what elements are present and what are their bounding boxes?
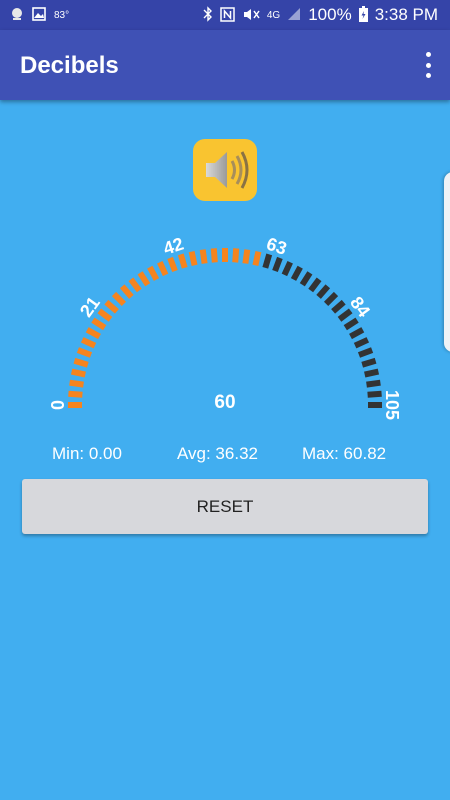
gauge-tick (111, 291, 127, 307)
gauge-tick (104, 299, 119, 314)
gauge-tick (91, 317, 107, 331)
app-bar: Decibels (0, 30, 450, 100)
gauge-tick (97, 308, 113, 322)
avg-value: Avg: 36.32 (177, 444, 258, 463)
gauge-tick (68, 390, 83, 398)
min-value: Min: 0.00 (52, 444, 122, 463)
nfc-icon (220, 6, 235, 24)
gauge-tick (331, 299, 346, 314)
decibel-gauge: 02142 6384105 60 (48, 234, 402, 420)
gauge-tick (262, 253, 273, 269)
gauge-tick (349, 327, 365, 340)
gauge-tick (210, 248, 218, 263)
overflow-menu-icon[interactable] (422, 52, 434, 78)
gauge-tick (361, 357, 377, 368)
gauge-tick (69, 379, 84, 388)
gauge-tick (337, 308, 353, 322)
gauge-tick (323, 291, 339, 307)
gauge-label: 84 (346, 293, 374, 321)
gauge-label: 0 (48, 400, 68, 410)
gauge-tick (308, 277, 322, 293)
battery-text: 100% (308, 5, 352, 24)
network-type: 4G (266, 9, 281, 21)
gauge-label: 105 (382, 390, 402, 420)
gauge-tick (364, 368, 380, 378)
gauge-tick (357, 347, 374, 358)
gauge-tick (242, 249, 251, 264)
speaker-button[interactable] (193, 139, 257, 201)
gauge-tick (177, 253, 188, 269)
gauge-tick (353, 337, 370, 349)
current-reading: 60 (214, 392, 235, 413)
gauge-tick (119, 284, 134, 299)
gauge-tick (70, 368, 86, 378)
speaker-icon (206, 151, 249, 189)
gauge-tick (76, 347, 93, 358)
status-app-icon (10, 7, 24, 23)
gauge-tick (128, 277, 142, 293)
gauge-tick (80, 337, 97, 349)
battery-icon (358, 6, 368, 24)
gauge-tick (272, 256, 283, 273)
gauge-tick (137, 271, 151, 287)
gauge-tick (290, 265, 303, 281)
stats-row: Min: 0.00 Avg: 36.32 Max: 60.82 (0, 444, 450, 464)
gauge-tick (167, 256, 178, 273)
gauge-tick (343, 317, 359, 331)
max-value: Max: 60.82 (302, 444, 387, 463)
reset-button[interactable]: RESET (22, 479, 428, 534)
gauge-tick (281, 260, 293, 277)
image-icon (32, 7, 46, 23)
gauge-tick (188, 250, 198, 266)
gauge-tick (299, 271, 313, 287)
gauge-tick (85, 327, 101, 340)
gauge-tick (252, 250, 262, 266)
gauge-tick (316, 284, 331, 299)
gauge-tick (366, 379, 381, 388)
temperature-text: 83° (54, 9, 70, 21)
bluetooth-icon (203, 6, 213, 24)
clock-text: 3:38 PM (374, 5, 438, 24)
gauge-tick (157, 260, 169, 277)
signal-icon (287, 7, 301, 23)
gauge-tick (367, 390, 382, 398)
gauge-tick (232, 248, 240, 263)
gauge-label: 21 (76, 293, 104, 321)
gauge-tick (147, 265, 160, 281)
mute-icon (242, 7, 260, 24)
status-bar: 83° 4G 100% 3:38 PM (0, 0, 450, 30)
app-title: Decibels (20, 52, 119, 79)
gauge-tick (199, 249, 208, 264)
gauge-tick (73, 357, 89, 368)
